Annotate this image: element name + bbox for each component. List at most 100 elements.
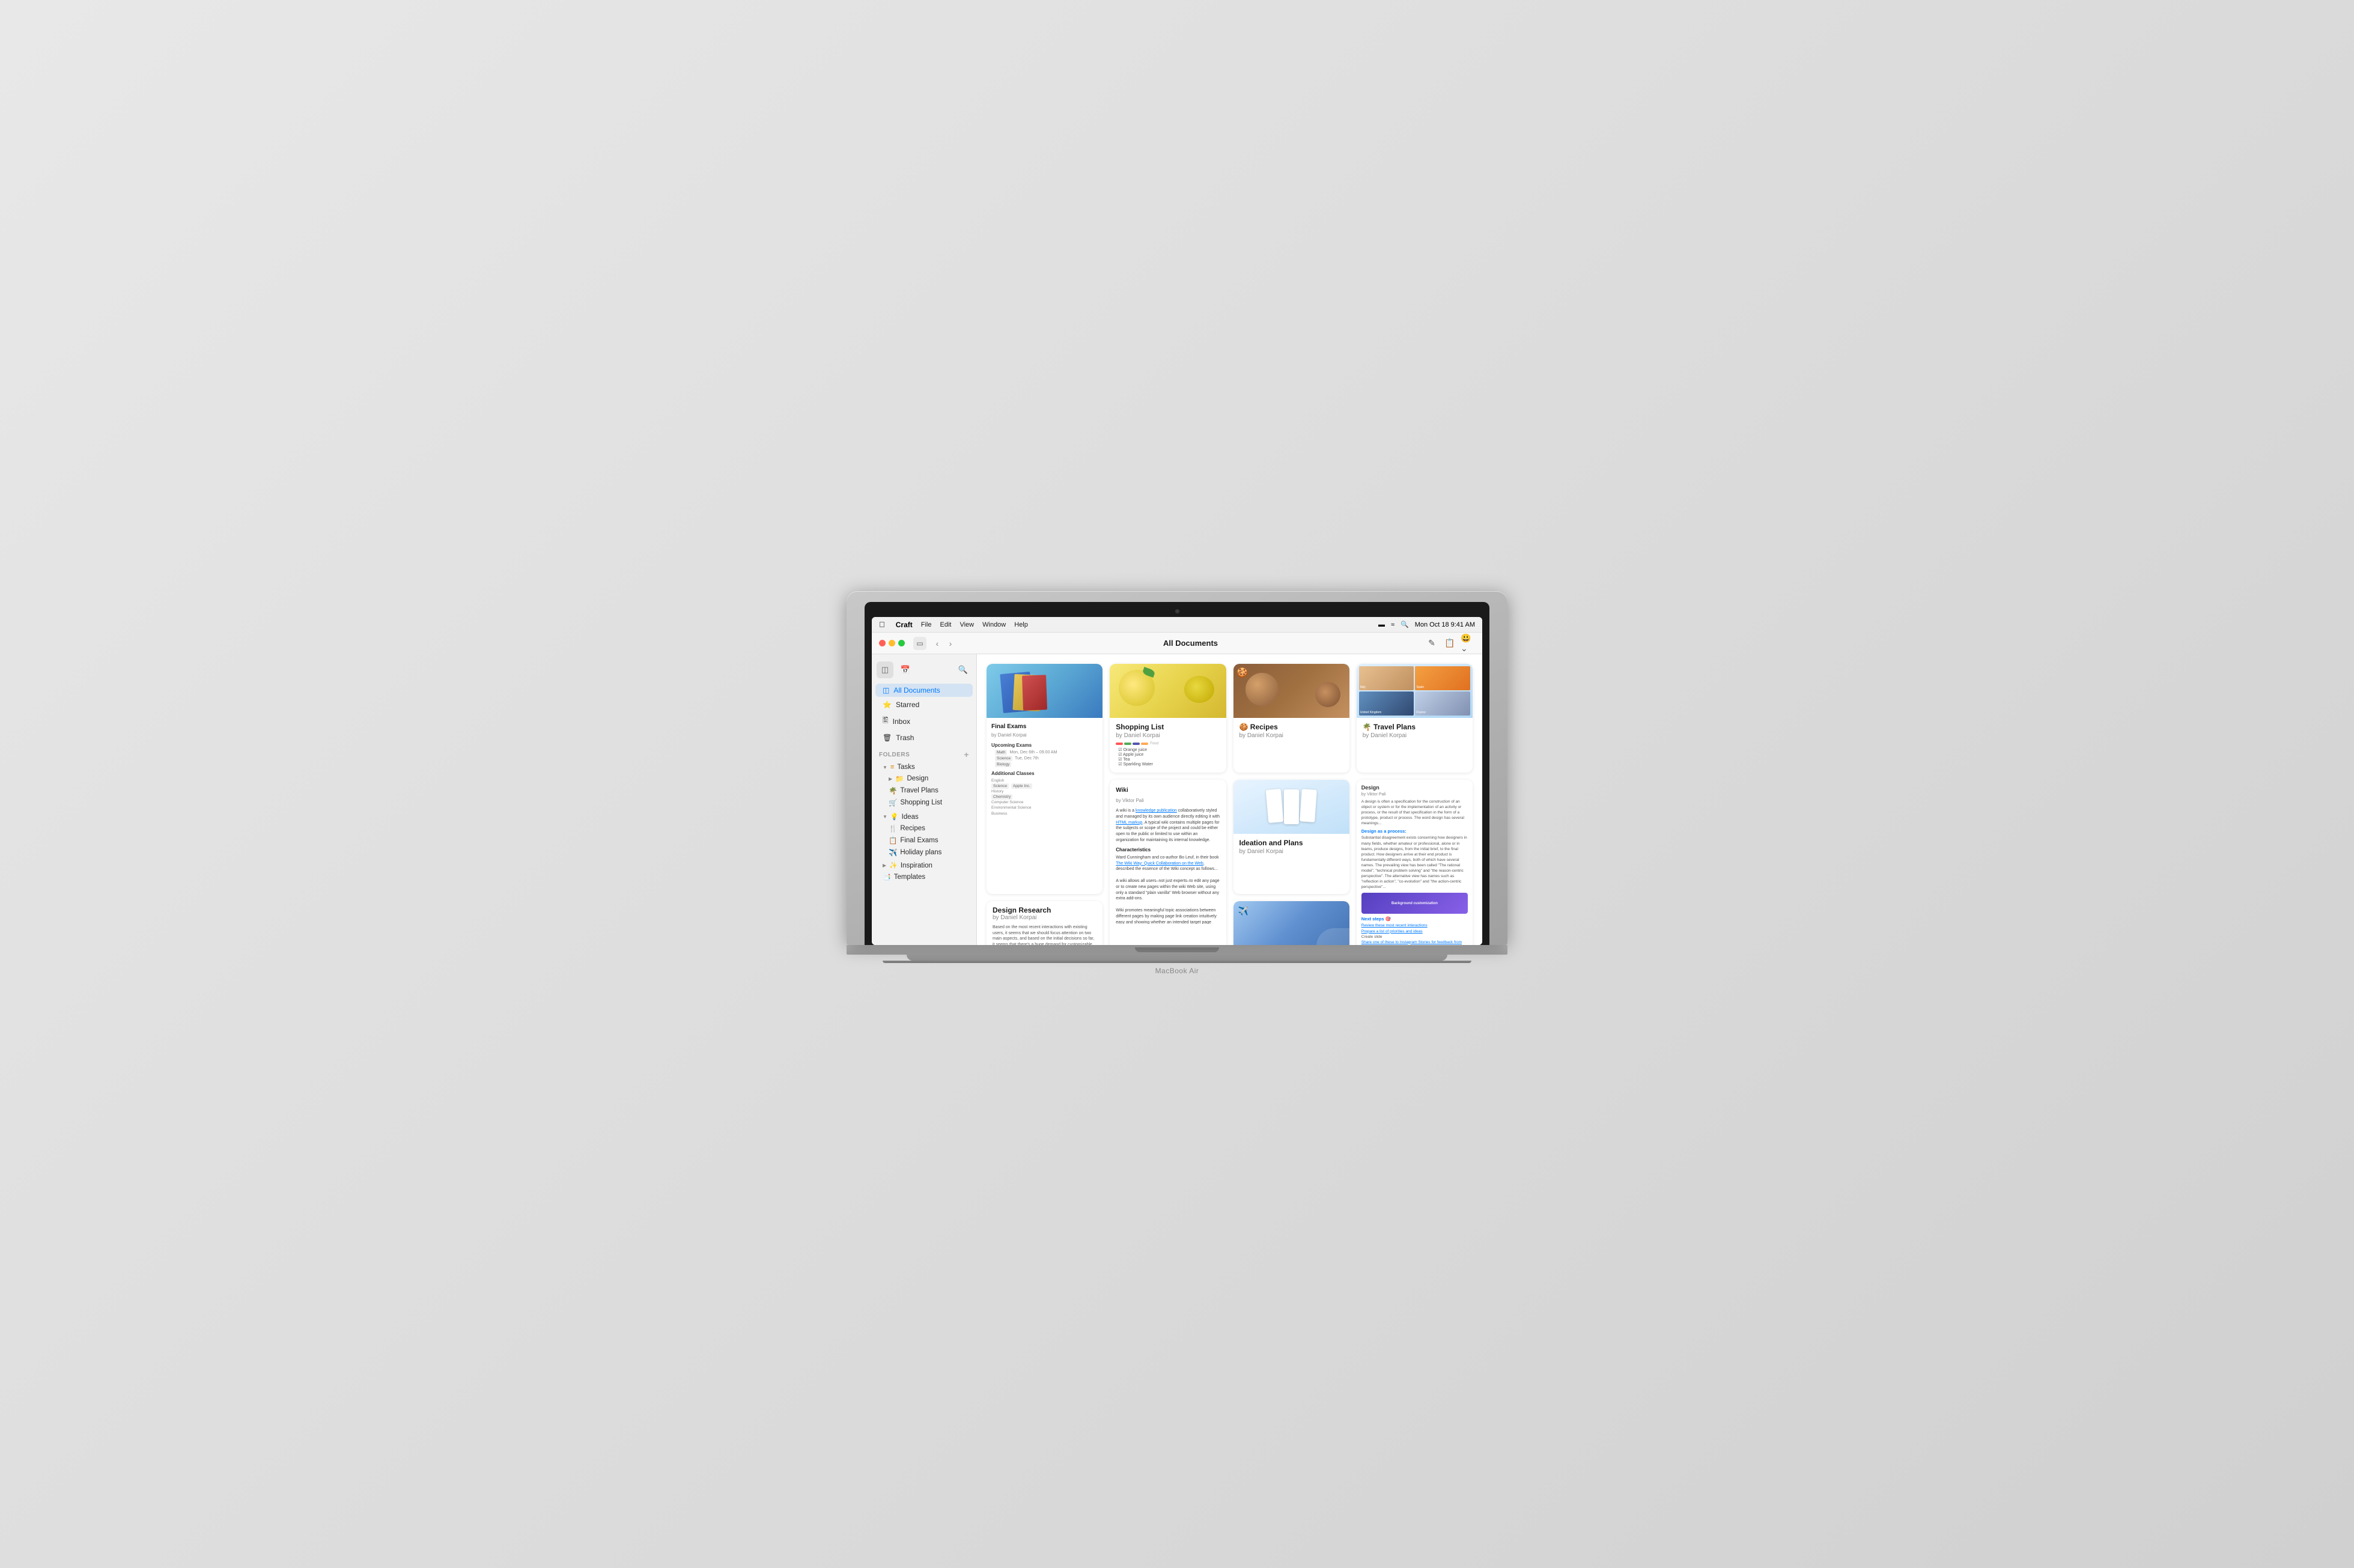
menubar-edit[interactable]: Edit xyxy=(940,621,952,628)
nav-arrows: ‹ › xyxy=(931,637,957,649)
macbook-stand xyxy=(907,955,1447,961)
doc-card-design-research[interactable]: Design Research by Daniel Korpai Based o… xyxy=(987,901,1102,945)
design-research-content: Design Research by Daniel Korpai Based o… xyxy=(987,901,1102,945)
menubar-file[interactable]: File xyxy=(921,621,932,628)
sidebar-calendar-button[interactable]: 📅 xyxy=(897,661,914,678)
cookie-emoji: 🍪 xyxy=(1236,667,1248,679)
recipes-content: 🍪 Recipes by Daniel Korpai xyxy=(1233,718,1349,773)
shopping-list-content: Shopping List by Daniel Korpai xyxy=(1110,718,1226,773)
menubar-view[interactable]: View xyxy=(960,621,974,628)
macbook-lid:  Craft File Edit View Window Help ▬ ≈ 🔍… xyxy=(847,591,1507,945)
notch-cutout xyxy=(1135,947,1219,952)
shopping-list-author: by Daniel Korpai xyxy=(1116,732,1220,739)
italy-cell: Italy xyxy=(1359,666,1414,690)
holiday-shape xyxy=(1316,928,1349,945)
new-doc-button[interactable]: ✎ xyxy=(1425,636,1439,651)
sidebar-item-starred[interactable]: ⭐ Starred xyxy=(875,698,973,711)
folder-design-item[interactable]: ▶ 📁 Design xyxy=(875,773,973,785)
doc-card-recipes[interactable]: 🍪 🍪 Recipes by Daniel Korpai xyxy=(1233,664,1349,773)
doc-card-holiday-plans[interactable]: ✈️ Holiday plans xyxy=(1233,901,1349,945)
folder-finalexams-item[interactable]: 📋 Final Exams xyxy=(875,834,973,846)
folders-label-text: Folders xyxy=(879,752,910,758)
add-folder-button[interactable]: + xyxy=(964,750,969,759)
folder-ideas-item[interactable]: ▼ 💡 Ideas xyxy=(875,811,973,822)
ideas-folder-icon: 💡 xyxy=(890,813,899,821)
sidebar-item-all-documents[interactable]: ◫ All Documents xyxy=(875,684,973,697)
menubar-app[interactable]: Craft xyxy=(896,621,913,629)
tasks-folder-icon: ≡ xyxy=(890,764,894,771)
doc-card-final-exams[interactable]: Final Exams by Daniel Korpai Upcoming Ex… xyxy=(987,664,1102,894)
folder-recipes-item[interactable]: 🍴 Recipes xyxy=(875,822,973,834)
sidebar-item-trash[interactable]: 🗑 Trash xyxy=(875,731,973,744)
doc-card-design[interactable]: Design by Viktor Pali A design is often … xyxy=(1357,780,1473,945)
back-button[interactable]: ‹ xyxy=(931,637,943,649)
camera xyxy=(1175,609,1179,613)
travel-author: by Daniel Korpai xyxy=(1363,732,1467,739)
folder-shopping-item[interactable]: 🛒 Shopping List xyxy=(875,797,973,809)
copy-button[interactable]: 📋 xyxy=(1443,636,1457,651)
wifi-icon: ≈ xyxy=(1391,621,1394,628)
design-chevron-icon: ▶ xyxy=(889,776,892,782)
inspiration-folder-icon: ✨ xyxy=(889,861,898,869)
recipes-author: by Daniel Korpai xyxy=(1239,732,1343,739)
wiki-body: A wiki is a knowledge publication collab… xyxy=(1116,808,1220,843)
folder-travel-item[interactable]: 🌴 Travel Plans xyxy=(875,785,973,797)
final-exams-thumbnail xyxy=(987,664,1102,718)
app-body: ◫ 📅 🔍 ◫ All Documents ⭐ xyxy=(872,654,1482,945)
design-research-text: Based on the most recent interactions wi… xyxy=(993,925,1096,945)
wiki-title: Wiki xyxy=(1116,786,1220,795)
final-exams-author: by Daniel Korpai xyxy=(991,732,1098,738)
apple-logo:  xyxy=(879,620,885,629)
final-exams-title: Final Exams xyxy=(991,723,1098,731)
minimize-button[interactable] xyxy=(889,640,895,646)
folder-holiday-label: Holiday plans xyxy=(900,849,941,856)
macbook-frame:  Craft File Edit View Window Help ▬ ≈ 🔍… xyxy=(847,591,1507,977)
folder-templates-item[interactable]: 📑 Templates xyxy=(875,871,973,883)
holiday-thumbnail: ✈️ xyxy=(1233,901,1349,945)
menubar-window[interactable]: Window xyxy=(982,621,1006,628)
starred-icon: ⭐ xyxy=(883,700,892,709)
sidebar-docs-view-button[interactable]: ◫ xyxy=(877,661,893,678)
background-customization-mini: Background customization xyxy=(1361,893,1468,914)
ideas-chevron-icon: ▼ xyxy=(883,814,887,819)
folder-tasks: ▼ ≡ Tasks ▶ 📁 Design 🌴 xyxy=(872,761,976,810)
folder-holiday-item[interactable]: ✈️ Holiday plans xyxy=(875,846,973,858)
inbox-icon: 🖺 xyxy=(883,715,889,728)
share-button[interactable]: 😃⌄ xyxy=(1461,636,1475,651)
doc-card-travel-plans[interactable]: Italy Spain United Kingdom France xyxy=(1357,664,1473,773)
forward-button[interactable]: › xyxy=(944,637,957,649)
close-button[interactable] xyxy=(879,640,886,646)
uk-cell: United Kingdom xyxy=(1359,691,1414,716)
wiki-content: Wiki by Viktor Pali A wiki is a knowledg… xyxy=(1110,780,1226,924)
screen:  Craft File Edit View Window Help ▬ ≈ 🔍… xyxy=(872,617,1482,945)
travel-thumbnail: Italy Spain United Kingdom France xyxy=(1357,664,1473,718)
maximize-button[interactable] xyxy=(898,640,905,646)
paper2 xyxy=(1284,789,1299,824)
design-intro-text: A design is often a specification for th… xyxy=(1361,799,1468,826)
search-icon-menu[interactable]: 🔍 xyxy=(1401,621,1409,628)
doc-card-shopping-list[interactable]: Shopping List by Daniel Korpai xyxy=(1110,664,1226,773)
design-research-title: Design Research xyxy=(993,906,1096,914)
travel-content: 🌴 Travel Plans by Daniel Korpai xyxy=(1357,718,1473,773)
sidebar-search-button[interactable]: 🔍 xyxy=(955,661,972,678)
window-title: All Documents xyxy=(961,639,1420,648)
menubar-help[interactable]: Help xyxy=(1014,621,1028,628)
doc-card-wiki[interactable]: Wiki by Viktor Pali A wiki is a knowledg… xyxy=(1110,780,1226,945)
shopping-list-thumbnail xyxy=(1110,664,1226,718)
trash-icon: 🗑 xyxy=(883,734,892,742)
shopping-folder-icon: 🛒 xyxy=(889,798,897,807)
bg-custom-label: Background customization xyxy=(1391,902,1438,905)
next-steps-text: Review these most recent interactions Pr… xyxy=(1361,923,1468,945)
upcoming-exams-section: Upcoming Exams xyxy=(991,742,1098,749)
exam-item-science: Science Tue, Dec 7th xyxy=(995,756,1098,762)
battery-icon: ▬ xyxy=(1378,621,1385,628)
holiday-emoji: ✈️ xyxy=(1238,906,1248,916)
folder-tasks-item[interactable]: ▼ ≡ Tasks xyxy=(875,762,973,773)
sidebar-toggle-button[interactable]: ▭ xyxy=(913,637,926,650)
book3 xyxy=(1022,675,1047,710)
traffic-lights xyxy=(879,640,905,646)
sidebar-inbox-label: Inbox xyxy=(893,717,910,726)
doc-card-ideation[interactable]: Ideation and Plans by Daniel Korpai xyxy=(1233,780,1349,894)
folder-inspiration-item[interactable]: ▶ ✨ Inspiration xyxy=(875,860,973,871)
sidebar-item-inbox[interactable]: 🖺 Inbox xyxy=(875,713,973,730)
